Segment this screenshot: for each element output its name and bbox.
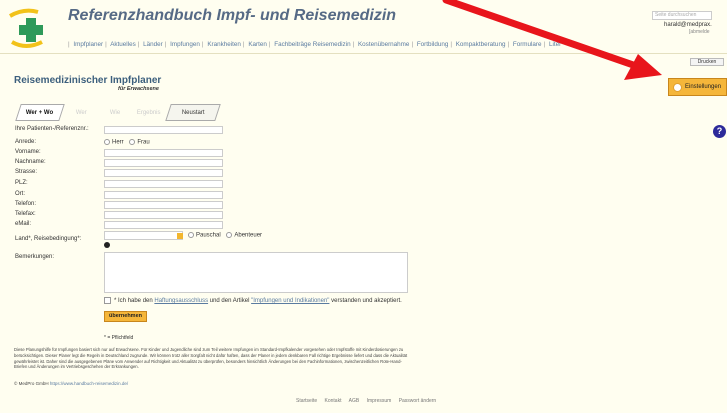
page: Referenzhandbuch Impf- und Reisemedizin … (0, 0, 727, 413)
annotation-arrow (442, 0, 662, 80)
